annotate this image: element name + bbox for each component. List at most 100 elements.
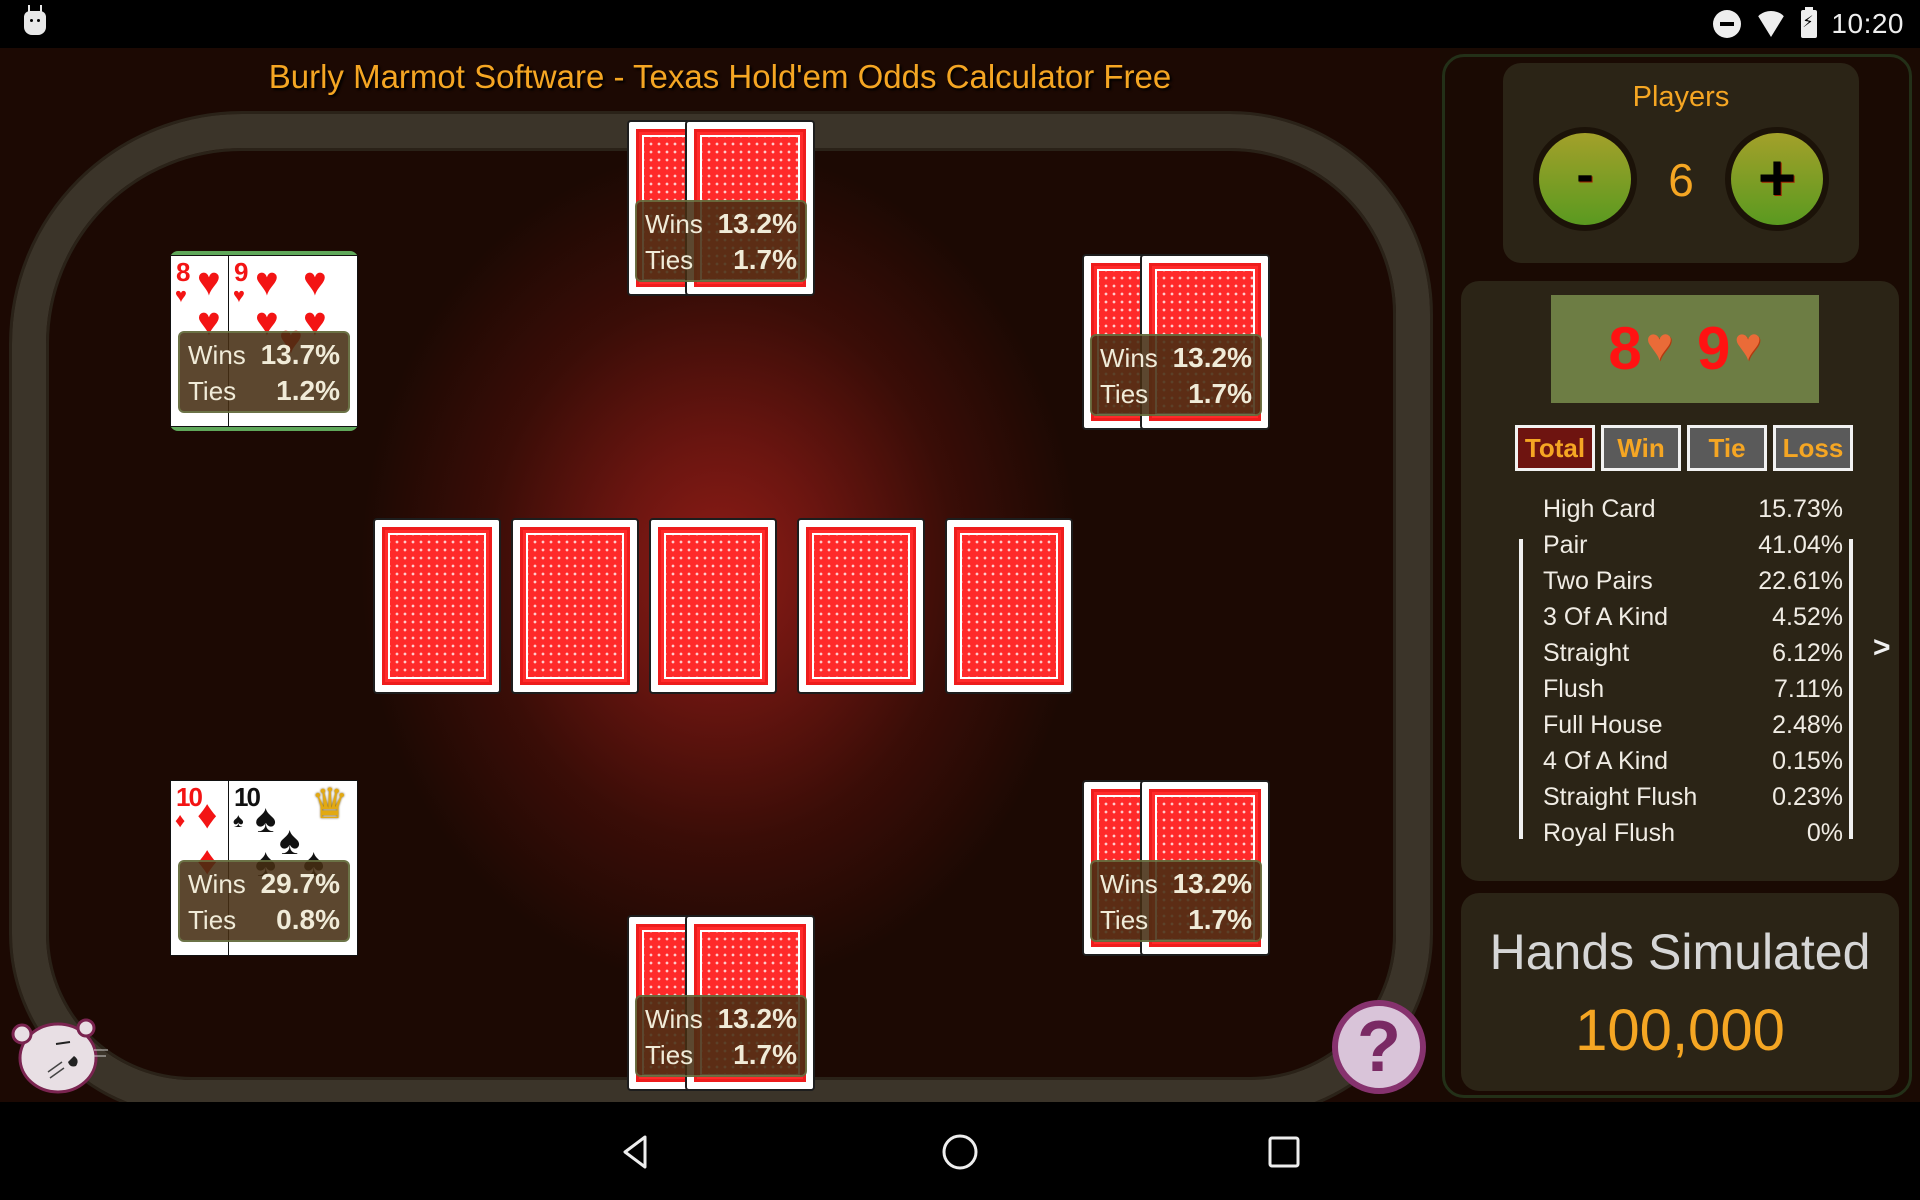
stat-row: Straight Flush 0.23% bbox=[1543, 783, 1843, 811]
wins-label: Wins bbox=[188, 340, 246, 370]
odds-overlay: Wins 13.7% Ties 1.2% bbox=[178, 331, 350, 413]
stats-tabs: Total Win Tie Loss bbox=[1515, 425, 1853, 471]
spade-icon: ♠ bbox=[279, 819, 301, 863]
stat-row: Straight 6.12% bbox=[1543, 639, 1843, 667]
navigation-bar bbox=[0, 1102, 1920, 1200]
heart-icon: ♥ bbox=[1645, 318, 1673, 370]
wins-value: 13.2% bbox=[1172, 868, 1252, 899]
odds-calculator-app: Burly Marmot Software - Texas Hold'em Od… bbox=[0, 48, 1920, 1102]
hands-simulated-label: Hands Simulated bbox=[1489, 924, 1871, 980]
tab-win[interactable]: Win bbox=[1601, 425, 1681, 471]
player-seat-top-right[interactable]: Wins 13.2% Ties 1.7% bbox=[1082, 254, 1270, 430]
stat-row: Pair 41.04% bbox=[1543, 531, 1843, 559]
ties-value: 0.8% bbox=[276, 904, 340, 935]
ties-label: Ties bbox=[645, 245, 694, 275]
heart-icon: ♥ bbox=[255, 260, 279, 304]
community-card-4[interactable] bbox=[797, 518, 925, 694]
tab-tie[interactable]: Tie bbox=[1687, 425, 1767, 471]
stat-row: Full House 2.48% bbox=[1543, 711, 1843, 739]
tab-total[interactable]: Total bbox=[1515, 425, 1595, 471]
wins-value: 29.7% bbox=[260, 868, 340, 899]
poker-table: Burly Marmot Software - Texas Hold'em Od… bbox=[0, 48, 1440, 1102]
heart-icon: ♥ bbox=[175, 285, 187, 307]
home-icon[interactable] bbox=[940, 1132, 980, 1172]
heart-icon: ♥ bbox=[233, 285, 245, 307]
selected-card-1-rank: 8 bbox=[1608, 315, 1642, 382]
selected-hand-display: 8♥ 9♥ bbox=[1551, 295, 1819, 403]
ties-label: Ties bbox=[645, 1040, 694, 1070]
heart-icon: ♥ bbox=[303, 260, 327, 304]
ties-value: 1.7% bbox=[733, 244, 797, 275]
android-debug-icon bbox=[24, 5, 46, 35]
wins-label: Wins bbox=[188, 869, 246, 899]
wins-value: 13.2% bbox=[717, 208, 797, 239]
odds-overlay: Wins 29.7% Ties 0.8% bbox=[178, 860, 350, 942]
diamond-icon: ♦ bbox=[197, 793, 218, 837]
player-seat-top[interactable]: Wins 13.2% Ties 1.7% bbox=[627, 120, 815, 296]
stat-row: Two Pairs 22.61% bbox=[1543, 567, 1843, 595]
community-card-2[interactable] bbox=[511, 518, 639, 694]
player-seat-bottom[interactable]: Wins 13.2% Ties 1.7% bbox=[627, 915, 815, 1091]
player-seat-top-left[interactable]: 8 ♥ ♥ ♥ 9 ♥ ♥ ♥ ♥ ♥ ♥ Wins13.7% Ties1.2% bbox=[170, 251, 358, 431]
battery-charging-icon bbox=[1801, 7, 1818, 38]
wins-label: Wins bbox=[1100, 343, 1158, 373]
wins-value: 13.7% bbox=[260, 339, 340, 370]
help-button[interactable]: ? bbox=[1332, 1000, 1426, 1094]
do-not-disturb-icon bbox=[1713, 10, 1742, 38]
clock: 10:20 bbox=[1831, 8, 1904, 39]
community-card-5[interactable] bbox=[945, 518, 1073, 694]
crown-icon: ♛ bbox=[311, 780, 349, 827]
side-panel: Players - 6 + 8♥ 9♥ Total Win Tie Loss Hi… bbox=[1442, 54, 1912, 1098]
community-card-1[interactable] bbox=[373, 518, 501, 694]
diamond-icon: ♦ bbox=[175, 810, 186, 832]
next-page-arrow-icon[interactable]: > bbox=[1873, 631, 1891, 665]
selected-card-2-rank: 9 bbox=[1697, 315, 1731, 382]
recents-icon[interactable] bbox=[1264, 1132, 1304, 1172]
tab-loss[interactable]: Loss bbox=[1773, 425, 1853, 471]
app-title: Burly Marmot Software - Texas Hold'em Od… bbox=[268, 58, 1172, 95]
community-card-3[interactable] bbox=[649, 518, 777, 694]
players-control: Players - 6 + bbox=[1503, 63, 1859, 263]
heart-icon: ♥ bbox=[197, 260, 221, 304]
increase-players-button[interactable]: + bbox=[1725, 127, 1829, 231]
wins-label: Wins bbox=[1100, 869, 1158, 899]
player-seat-bottom-right[interactable]: Wins 13.2% Ties 1.7% bbox=[1082, 780, 1270, 956]
marmot-logo[interactable] bbox=[8, 1006, 112, 1096]
odds-overlay: Wins 13.2% Ties 1.7% bbox=[1090, 860, 1262, 942]
bracket-right bbox=[1849, 539, 1853, 839]
player-seat-bottom-left[interactable]: 10 ♦ ♦ ♦ 10 ♠ ♠ ♠ ♠ ♠ ♛ Wins29.7% Ties0.… bbox=[170, 780, 358, 956]
stat-row: 4 Of A Kind 0.15% bbox=[1543, 747, 1843, 775]
stat-row: Royal Flush 0% bbox=[1543, 819, 1843, 847]
spade-icon: ♠ bbox=[233, 810, 244, 832]
ties-value: 1.7% bbox=[1188, 904, 1252, 935]
wins-label: Wins bbox=[645, 1004, 703, 1034]
ties-label: Ties bbox=[1100, 379, 1149, 409]
players-label: Players bbox=[1632, 81, 1730, 113]
wins-value: 13.2% bbox=[1172, 342, 1252, 373]
status-bar: 10:20 bbox=[0, 0, 1920, 48]
heart-icon: ♥ bbox=[1734, 318, 1762, 370]
question-mark-icon: ? bbox=[1357, 1007, 1401, 1087]
hands-simulated-value: 100,000 bbox=[1575, 998, 1785, 1063]
ties-value: 1.2% bbox=[276, 375, 340, 406]
odds-overlay: Wins 13.2% Ties 1.7% bbox=[635, 200, 807, 282]
hand-stats-list: High Card 15.73% Pair 41.04% Two Pairs 22.6… bbox=[1543, 491, 1843, 851]
stat-row: 3 Of A Kind 4.52% bbox=[1543, 603, 1843, 631]
ties-label: Ties bbox=[188, 905, 237, 935]
stat-row: High Card 15.73% bbox=[1543, 495, 1843, 523]
odds-overlay: Wins 13.2% Ties 1.7% bbox=[635, 995, 807, 1077]
ties-label: Ties bbox=[188, 376, 237, 406]
ties-label: Ties bbox=[1100, 905, 1149, 935]
hands-simulated-panel: Hands Simulated 100,000 bbox=[1461, 893, 1899, 1091]
bracket-left bbox=[1519, 539, 1523, 839]
ties-value: 1.7% bbox=[1188, 378, 1252, 409]
odds-overlay: Wins 13.2% Ties 1.7% bbox=[1090, 334, 1262, 416]
back-icon[interactable] bbox=[617, 1132, 657, 1172]
spade-icon: ♠ bbox=[255, 797, 277, 841]
hand-stats-panel: 8♥ 9♥ Total Win Tie Loss High Card 15.73% … bbox=[1461, 281, 1899, 881]
wins-value: 13.2% bbox=[717, 1003, 797, 1034]
wins-label: Wins bbox=[645, 209, 703, 239]
ties-value: 1.7% bbox=[733, 1039, 797, 1070]
wifi-icon bbox=[1755, 11, 1788, 37]
stat-row: Flush 7.11% bbox=[1543, 675, 1843, 703]
